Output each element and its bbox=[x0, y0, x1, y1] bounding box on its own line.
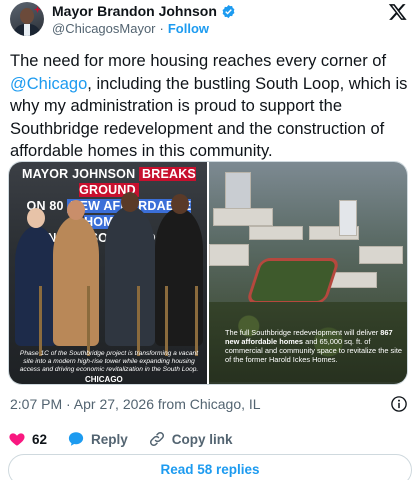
person-head bbox=[27, 208, 45, 228]
follow-button[interactable]: Follow bbox=[168, 21, 209, 36]
tweet-text-start: The need for more housing reaches every … bbox=[10, 52, 387, 70]
chicago-star-icon bbox=[34, 6, 41, 13]
building bbox=[213, 208, 273, 226]
shovel bbox=[195, 286, 198, 356]
reply-label: Reply bbox=[91, 431, 128, 447]
shovel bbox=[137, 286, 140, 356]
shovel bbox=[165, 286, 168, 356]
tweet-text: The need for more housing reaches every … bbox=[10, 50, 414, 163]
reply-icon bbox=[68, 432, 84, 446]
copy-link-label: Copy link bbox=[171, 431, 233, 447]
person-figure bbox=[105, 206, 155, 346]
separator-dot: · bbox=[159, 21, 164, 36]
copy-link-button[interactable]: Copy link bbox=[148, 430, 233, 448]
tweet-timestamp[interactable]: 2:07 PM · Apr 27, 2026 from Chicago, IL bbox=[10, 396, 261, 412]
media-image-rendering[interactable]: The full Southbridge redevelopment will … bbox=[209, 162, 407, 384]
reply-button[interactable]: Reply bbox=[67, 430, 128, 448]
person-head bbox=[67, 200, 85, 220]
person-head bbox=[171, 194, 189, 214]
avatar-face bbox=[20, 8, 34, 24]
building bbox=[209, 244, 249, 266]
shovel bbox=[87, 286, 90, 356]
city-logo: CHICAGO bbox=[85, 375, 123, 384]
link-icon bbox=[149, 431, 164, 447]
building bbox=[249, 226, 303, 240]
media-image-groundbreaking[interactable]: MAYOR JOHNSON BREAKS GROUND ON 80 NEW AF… bbox=[9, 162, 207, 384]
sports-field bbox=[245, 258, 341, 304]
action-bar: 62 Reply Copy link bbox=[8, 428, 412, 450]
media-gallery: MAYOR JOHNSON BREAKS GROUND ON 80 NEW AF… bbox=[8, 161, 408, 385]
image-caption-right: The full Southbridge redevelopment will … bbox=[225, 328, 405, 364]
author-handle[interactable]: @ChicagosMayor bbox=[52, 21, 156, 36]
building bbox=[339, 200, 357, 236]
person-figure bbox=[53, 216, 99, 346]
read-replies-button[interactable]: Read 58 replies bbox=[8, 454, 412, 480]
info-icon[interactable] bbox=[390, 395, 408, 413]
author-handle-row: @ChicagosMayor · Follow bbox=[52, 21, 209, 36]
avatar-shirt bbox=[24, 24, 30, 36]
author-name[interactable]: Mayor Brandon Johnson bbox=[52, 3, 217, 19]
verified-badge-icon bbox=[222, 4, 235, 18]
image-caption-left: Phase 1C of the Southbridge project is t… bbox=[19, 350, 199, 373]
like-count: 62 bbox=[32, 431, 48, 447]
avatar[interactable] bbox=[10, 2, 44, 36]
heart-icon bbox=[9, 433, 25, 446]
x-logo-icon[interactable] bbox=[388, 2, 408, 22]
mention-link[interactable]: @Chicago bbox=[10, 75, 87, 93]
caption-right-part1: The full Southbridge redevelopment will … bbox=[225, 328, 381, 337]
shovel bbox=[39, 286, 42, 356]
author-name-row: Mayor Brandon Johnson bbox=[52, 3, 236, 19]
like-button[interactable]: 62 bbox=[8, 430, 47, 448]
headline-part1: MAYOR JOHNSON bbox=[22, 167, 139, 181]
person-head bbox=[121, 192, 139, 212]
person-figure bbox=[15, 226, 57, 346]
building bbox=[359, 246, 403, 264]
tweet-header: Mayor Brandon Johnson @ChicagosMayor · F… bbox=[8, 2, 412, 38]
